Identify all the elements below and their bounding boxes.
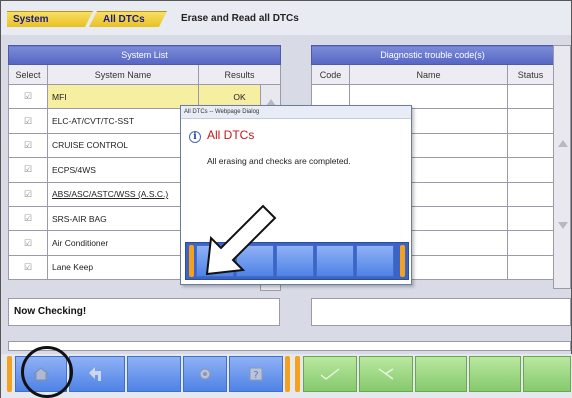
status-cell xyxy=(507,205,554,232)
col-name: Name xyxy=(349,64,508,85)
col-status: Status xyxy=(507,64,554,85)
app-window: System function All DTCs Erase and Read … xyxy=(0,0,572,398)
select-checkbox[interactable]: ☑ xyxy=(8,230,48,256)
select-checkbox[interactable]: ☑ xyxy=(8,205,48,232)
status-message: Now Checking! xyxy=(8,298,280,326)
back-icon xyxy=(89,367,101,381)
breadcrumb-current-page: Erase and Read all DTCs xyxy=(181,13,299,24)
system-name-cell: Lane Keep xyxy=(47,254,199,281)
system-name-cell: MFI xyxy=(47,83,199,110)
toolbar-button-3[interactable] xyxy=(127,356,181,392)
progress-bar xyxy=(8,341,571,351)
help-button[interactable]: ? xyxy=(229,356,283,392)
system-name-cell: CRUISE CONTROL xyxy=(47,132,199,159)
dialog-message: All erasing and checks are completed. xyxy=(207,156,351,166)
dialog-title-bar: All DTCs -- Webpage Dialog xyxy=(181,106,411,119)
breadcrumb: System function All DTCs Erase and Read … xyxy=(1,1,571,35)
cancel-button[interactable] xyxy=(359,356,413,392)
dialog-button-4[interactable] xyxy=(316,245,354,277)
status-cell xyxy=(507,254,554,281)
system-name-cell: Air Conditioner xyxy=(47,230,199,256)
status-cell xyxy=(507,230,554,256)
toolbar-green-button-5[interactable] xyxy=(523,356,571,392)
select-checkbox[interactable]: ☑ xyxy=(8,108,48,134)
status-cell xyxy=(507,157,554,183)
system-name-cell: ABS/ASC/ASTC/WSS (A.S.C.) xyxy=(47,181,199,207)
system-list-title: System List xyxy=(7,45,282,65)
col-select: Select xyxy=(8,64,48,85)
toolbar-cap-mid-2 xyxy=(295,356,300,392)
status-message-right xyxy=(311,298,571,326)
toolbar-green-button-3[interactable] xyxy=(415,356,467,392)
col-code: Code xyxy=(311,64,350,85)
back-button[interactable] xyxy=(69,356,125,392)
select-checkbox[interactable]: ☑ xyxy=(8,83,48,110)
bottom-toolbar: ? xyxy=(1,354,572,398)
dialog-heading: All DTCs xyxy=(207,128,255,142)
dialog-button-5[interactable] xyxy=(356,245,394,277)
dialog-cap-right xyxy=(400,245,405,277)
system-name-cell: ECPS/4WS xyxy=(47,157,199,183)
pointer-arrow-icon xyxy=(205,204,277,276)
toolbar-cap-mid xyxy=(285,356,290,392)
col-results: Results xyxy=(197,64,282,85)
status-cell xyxy=(507,83,554,110)
system-name-cell: SRS-AIR BAG xyxy=(47,205,199,232)
system-name-cell: ELC-AT/CVT/TC-SST xyxy=(47,108,199,134)
scroll-up-icon[interactable] xyxy=(558,140,568,147)
confirm-button[interactable] xyxy=(303,356,357,392)
confirm-icon xyxy=(320,368,340,380)
status-cell xyxy=(507,108,554,134)
select-checkbox[interactable]: ☑ xyxy=(8,181,48,207)
toolbar-cap-left xyxy=(7,356,12,392)
tab-all-dtcs[interactable]: All DTCs xyxy=(89,11,167,27)
tab-system-function[interactable]: System function xyxy=(7,11,93,27)
status-cell xyxy=(507,181,554,207)
dialog-button-3[interactable] xyxy=(276,245,314,277)
help-icon: ? xyxy=(249,367,263,381)
dtc-scrollbar[interactable] xyxy=(553,45,571,289)
info-icon: i xyxy=(189,131,201,143)
col-system-name: System Name xyxy=(47,64,199,85)
cancel-icon xyxy=(378,368,394,380)
scroll-down-icon[interactable] xyxy=(558,222,568,229)
select-checkbox[interactable]: ☑ xyxy=(8,157,48,183)
svg-text:?: ? xyxy=(253,370,258,381)
dtc-list-title: Diagnostic trouble code(s) xyxy=(311,45,554,65)
settings-button[interactable] xyxy=(183,356,227,392)
home-highlight-circle xyxy=(21,346,73,398)
toolbar-green-button-4[interactable] xyxy=(469,356,521,392)
gear-icon xyxy=(199,368,211,380)
select-checkbox[interactable]: ☑ xyxy=(8,132,48,159)
select-checkbox[interactable]: ☑ xyxy=(8,254,48,281)
status-cell xyxy=(507,132,554,159)
